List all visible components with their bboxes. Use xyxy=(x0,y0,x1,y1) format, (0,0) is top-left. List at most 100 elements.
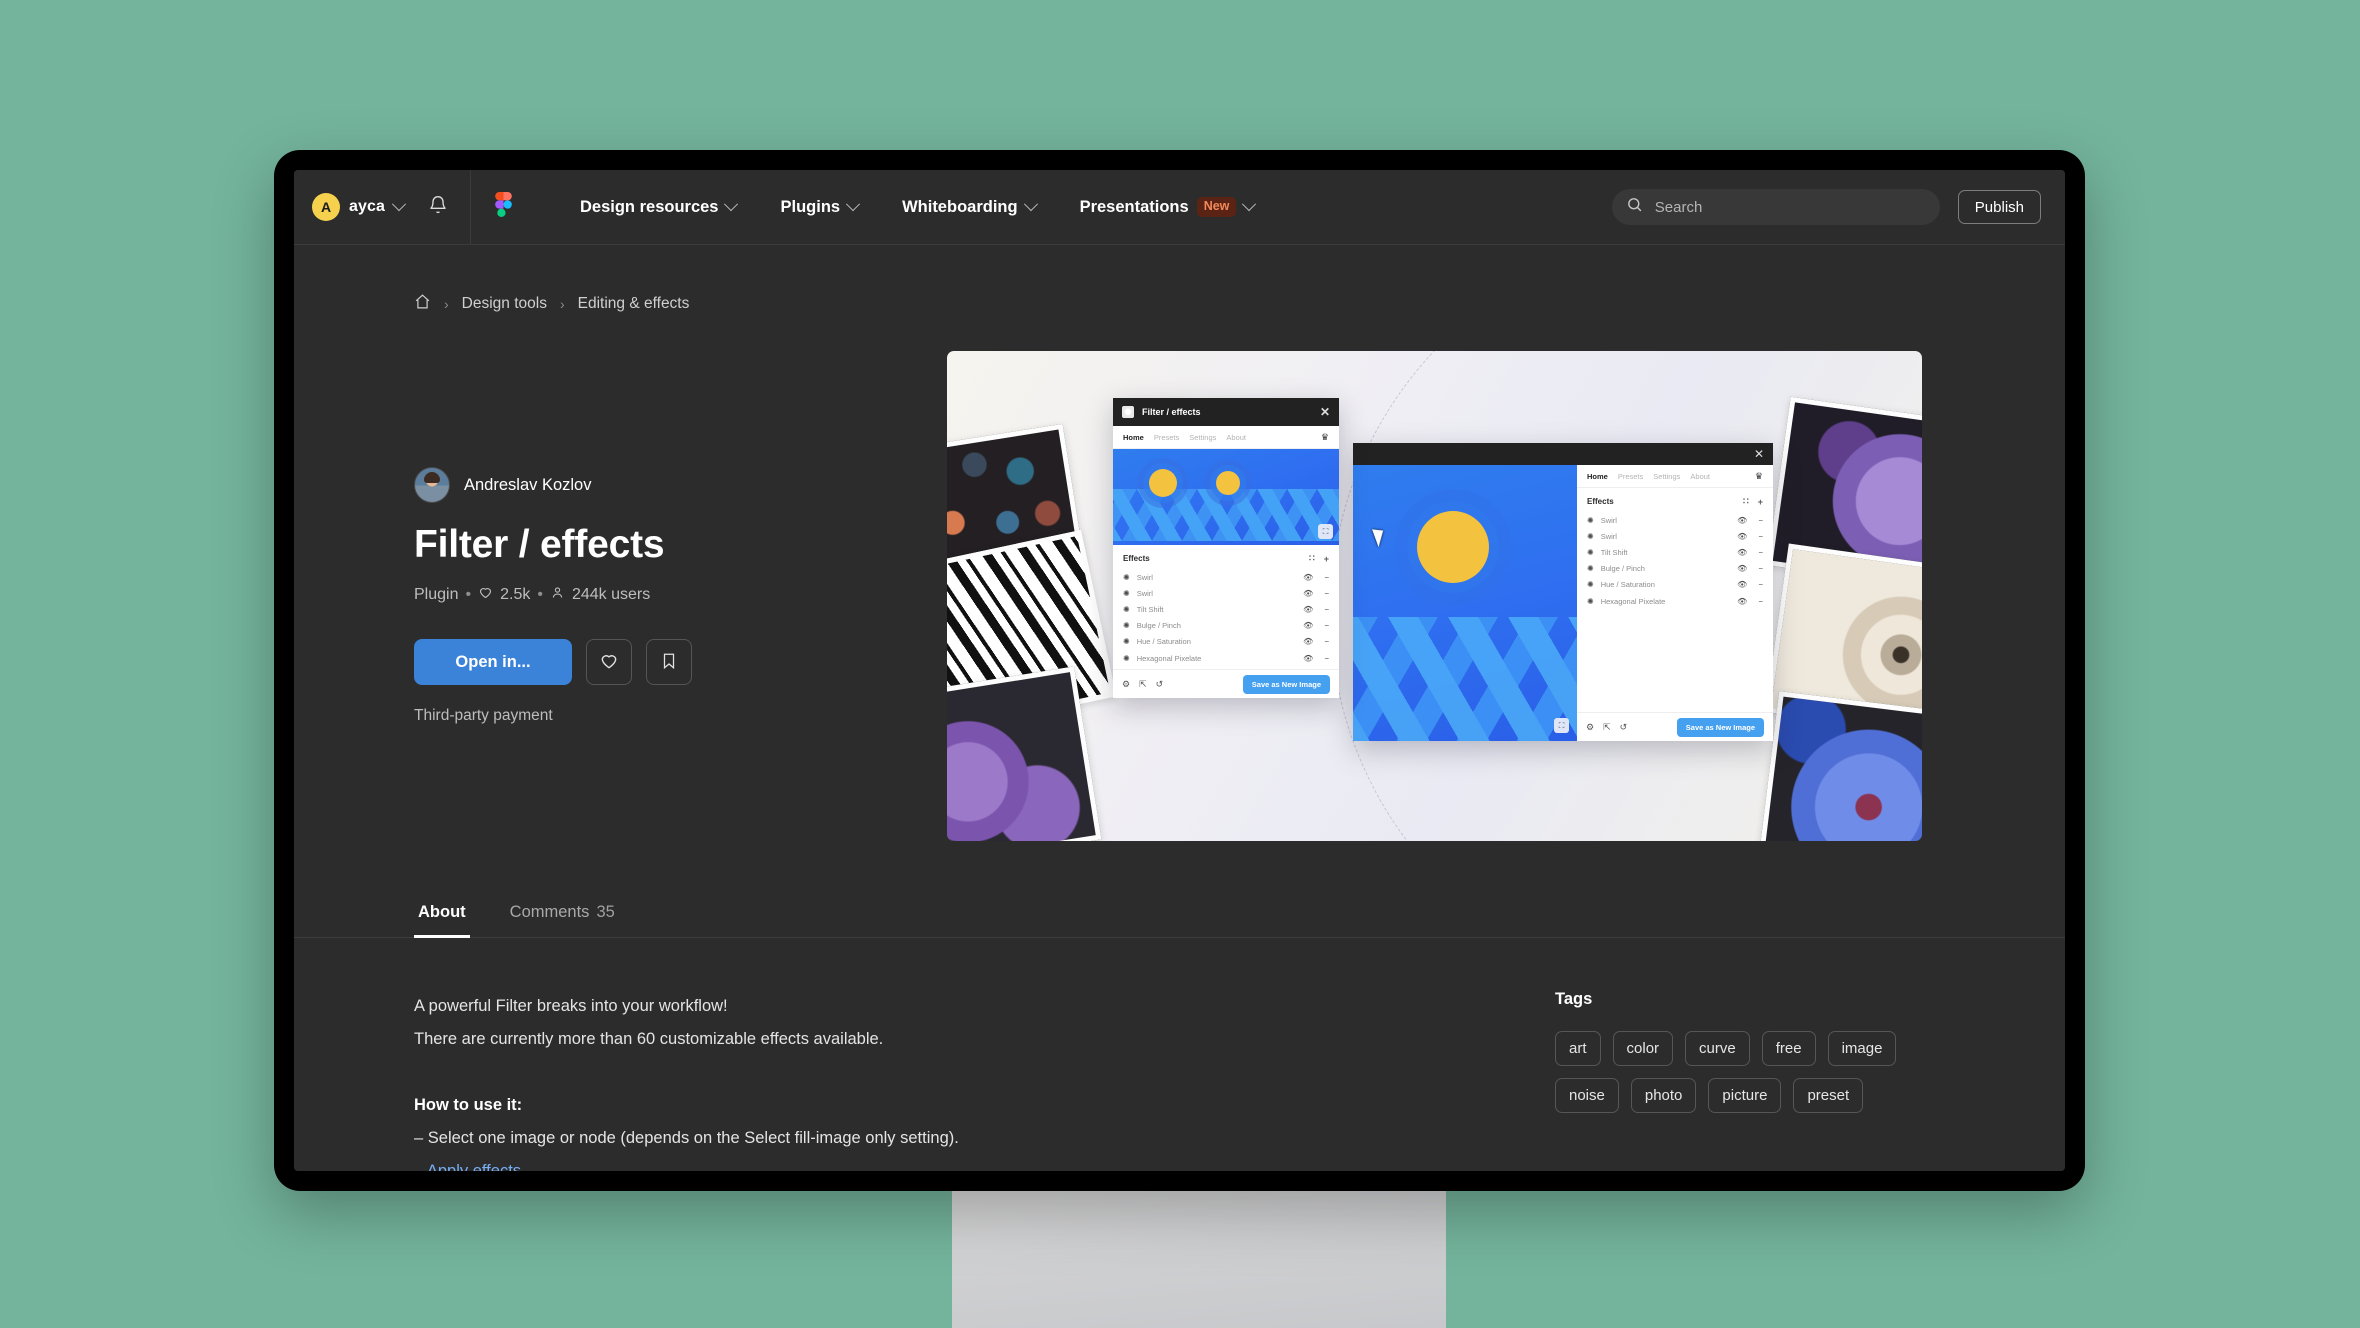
effect-row[interactable]: ✺ Hexagonal Pixelate 👁 − xyxy=(1577,593,1773,609)
minus-icon[interactable]: − xyxy=(1324,621,1329,630)
close-icon[interactable]: ✕ xyxy=(1320,406,1330,418)
effect-row[interactable]: ✺ Hexagonal Pixelate 👁 − xyxy=(1113,650,1339,666)
drag-handle-icon[interactable]: ∷ xyxy=(1743,496,1749,507)
effect-star-icon: ✺ xyxy=(1587,596,1594,606)
plugin-tab-settings[interactable]: Settings xyxy=(1653,472,1680,481)
user-menu[interactable]: A ayca xyxy=(294,170,424,244)
preview-image[interactable]: ✕ ⛶ Home Presets Settings About ♛ Effect… xyxy=(947,351,1922,841)
expand-icon[interactable]: ⛶ xyxy=(1554,718,1569,733)
eye-icon[interactable]: 👁 xyxy=(1737,580,1747,589)
eye-icon[interactable]: 👁 xyxy=(1737,532,1747,541)
save-as-new-image-button[interactable]: Save as New Image xyxy=(1676,717,1764,737)
plugin-tab-presets[interactable]: Presets xyxy=(1154,433,1179,442)
eye-icon[interactable]: 👁 xyxy=(1303,621,1313,630)
breadcrumb-item-editing-effects[interactable]: Editing & effects xyxy=(578,295,690,313)
figma-logo-icon xyxy=(495,192,512,222)
drag-handle-icon[interactable]: ∷ xyxy=(1309,553,1315,564)
tag-art[interactable]: art xyxy=(1555,1031,1601,1066)
effect-row[interactable]: ✺ Bulge / Pinch 👁 − xyxy=(1113,618,1339,634)
eye-icon[interactable]: 👁 xyxy=(1303,589,1313,598)
effect-row[interactable]: ✺ Swirl 👁 − xyxy=(1113,569,1339,585)
eye-icon[interactable]: 👁 xyxy=(1303,637,1313,646)
plugin-window-front: ✺ Filter / effects ✕ Home Presets Settin… xyxy=(1113,398,1339,698)
minus-icon[interactable]: − xyxy=(1758,580,1763,589)
nav-item-presentations[interactable]: Presentations New xyxy=(1058,170,1277,244)
reset-icon[interactable]: ↺ xyxy=(1156,679,1164,690)
eye-icon[interactable]: 👁 xyxy=(1303,605,1313,614)
screen: A ayca Design resources Plugins Whiteboa… xyxy=(294,170,2065,1171)
eye-icon[interactable]: 👁 xyxy=(1737,516,1747,525)
plugin-tab-about[interactable]: About xyxy=(1226,433,1246,442)
author-row[interactable]: Andreslav Kozlov xyxy=(414,467,914,503)
plugin-app-icon: ✺ xyxy=(1122,406,1134,418)
plugin-tab-home[interactable]: Home xyxy=(1123,433,1144,442)
plus-icon[interactable]: + xyxy=(1324,554,1329,564)
tag-photo[interactable]: photo xyxy=(1630,1078,1697,1113)
figma-home-link[interactable] xyxy=(471,170,536,244)
minus-icon[interactable]: − xyxy=(1324,589,1329,598)
minus-icon[interactable]: − xyxy=(1758,548,1763,557)
effect-row[interactable]: ✺ Swirl 👁 − xyxy=(1113,585,1339,601)
tag-free[interactable]: free xyxy=(1761,1031,1816,1066)
plus-icon[interactable]: + xyxy=(1758,497,1763,507)
plugin-tab-home[interactable]: Home xyxy=(1587,472,1608,481)
like-button[interactable] xyxy=(586,639,632,685)
plugin-tab-presets[interactable]: Presets xyxy=(1618,472,1643,481)
effect-row[interactable]: ✺ Tilt Shift 👁 − xyxy=(1113,601,1339,617)
minus-icon[interactable]: − xyxy=(1324,654,1329,663)
tag-color[interactable]: color xyxy=(1612,1031,1674,1066)
tab-comments[interactable]: Comments 35 xyxy=(506,903,619,937)
search-input[interactable] xyxy=(1652,197,1926,217)
open-in-button[interactable]: Open in... xyxy=(414,639,572,685)
tag-picture[interactable]: picture xyxy=(1708,1078,1782,1113)
effect-label: Swirl xyxy=(1600,531,1617,541)
apply-effects-link[interactable]: Apply effects xyxy=(427,1162,521,1171)
effect-star-icon: ✺ xyxy=(1123,637,1130,647)
effect-row[interactable]: ✺ Hue / Saturation 👁 − xyxy=(1577,577,1773,593)
main-nav-items: Design resources Plugins Whiteboarding P… xyxy=(536,170,1276,244)
tag-image[interactable]: image xyxy=(1827,1031,1897,1066)
tag-preset[interactable]: preset xyxy=(1793,1078,1864,1113)
minus-icon[interactable]: − xyxy=(1758,564,1763,573)
effect-row[interactable]: ✺ Tilt Shift 👁 − xyxy=(1577,544,1773,560)
plugin-tab-about[interactable]: About xyxy=(1690,472,1710,481)
export-icon[interactable]: ⇱ xyxy=(1139,679,1147,690)
search-box[interactable] xyxy=(1611,189,1940,225)
effect-row[interactable]: ✺ Bulge / Pinch 👁 − xyxy=(1577,561,1773,577)
gear-icon[interactable]: ⚙ xyxy=(1586,722,1594,733)
nav-item-design-resources[interactable]: Design resources xyxy=(558,170,758,244)
publish-button[interactable]: Publish xyxy=(1957,190,2041,224)
eye-icon[interactable]: 👁 xyxy=(1737,564,1747,573)
swirl-shape xyxy=(1417,511,1489,583)
breadcrumb-item-design-tools[interactable]: Design tools xyxy=(462,295,547,313)
eye-icon[interactable]: 👁 xyxy=(1303,654,1313,663)
expand-icon[interactable]: ⛶ xyxy=(1318,524,1333,539)
eye-icon[interactable]: 👁 xyxy=(1737,548,1747,557)
effect-row[interactable]: ✺ Swirl 👁 − xyxy=(1577,512,1773,528)
tag-noise[interactable]: noise xyxy=(1555,1078,1619,1113)
nav-item-plugins[interactable]: Plugins xyxy=(758,170,880,244)
tab-about[interactable]: About xyxy=(414,903,470,938)
notifications-button[interactable] xyxy=(424,195,470,220)
nav-item-whiteboarding[interactable]: Whiteboarding xyxy=(880,170,1057,244)
plugin-footer-front: ⚙ ⇱ ↺ Save as New Image xyxy=(1113,669,1339,698)
minus-icon[interactable]: − xyxy=(1758,597,1763,606)
save-as-new-image-button[interactable]: Save as New Image xyxy=(1242,674,1330,694)
close-icon[interactable]: ✕ xyxy=(1754,448,1773,460)
minus-icon[interactable]: − xyxy=(1324,573,1329,582)
gear-icon[interactable]: ⚙ xyxy=(1122,679,1130,690)
effect-row[interactable]: ✺ Hue / Saturation 👁 − xyxy=(1113,634,1339,650)
plugin-tab-settings[interactable]: Settings xyxy=(1189,433,1216,442)
reset-icon[interactable]: ↺ xyxy=(1620,722,1628,733)
minus-icon[interactable]: − xyxy=(1324,637,1329,646)
home-icon[interactable] xyxy=(414,293,431,315)
eye-icon[interactable]: 👁 xyxy=(1303,573,1313,582)
tag-curve[interactable]: curve xyxy=(1685,1031,1750,1066)
minus-icon[interactable]: − xyxy=(1758,516,1763,525)
minus-icon[interactable]: − xyxy=(1758,532,1763,541)
eye-icon[interactable]: 👁 xyxy=(1737,597,1747,606)
effect-row[interactable]: ✺ Swirl 👁 − xyxy=(1577,528,1773,544)
bookmark-button[interactable] xyxy=(646,639,692,685)
export-icon[interactable]: ⇱ xyxy=(1603,722,1611,733)
minus-icon[interactable]: − xyxy=(1324,605,1329,614)
